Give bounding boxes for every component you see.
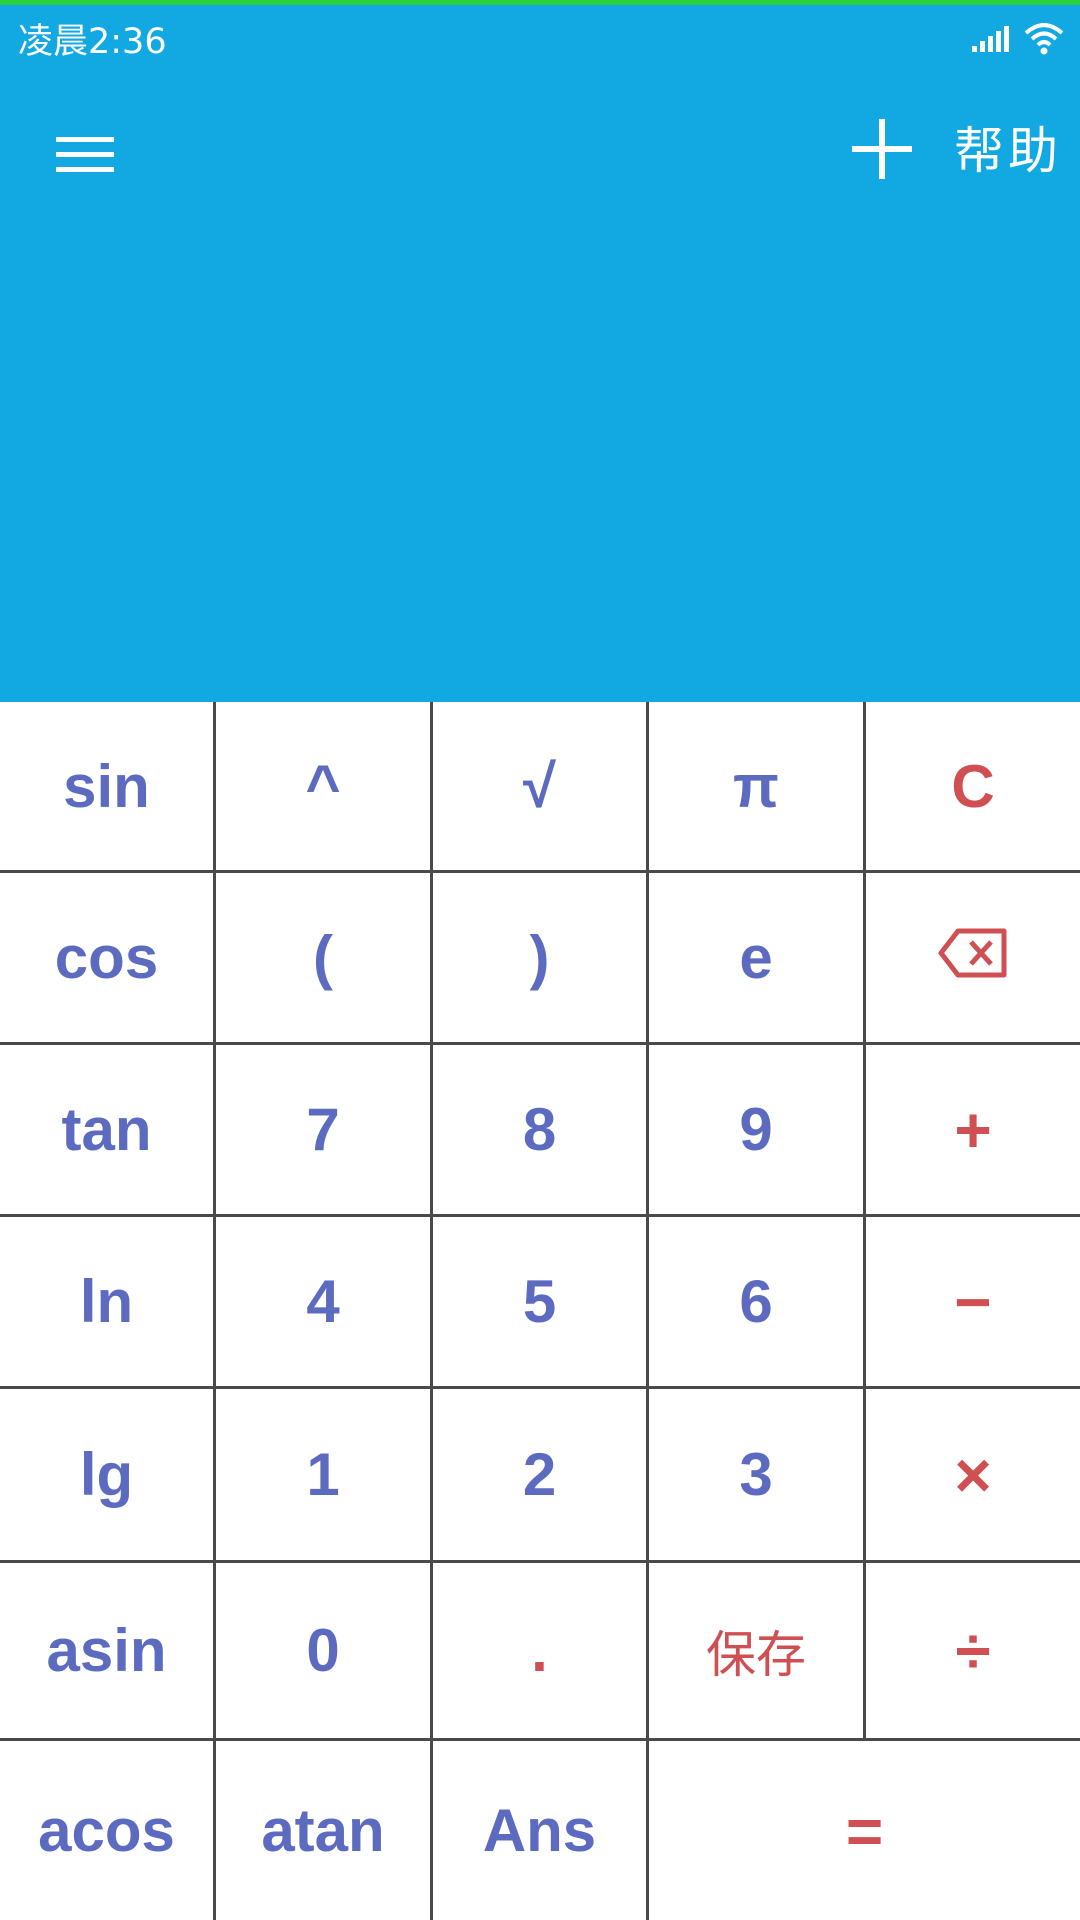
left-paren-key[interactable]: ( xyxy=(216,873,433,1045)
backspace-key[interactable] xyxy=(866,873,1080,1045)
digit-4-key[interactable]: 4 xyxy=(216,1217,433,1389)
atan-key[interactable]: atan xyxy=(216,1741,433,1920)
decimal-point-key[interactable]: . xyxy=(433,1563,649,1741)
digit-8-key[interactable]: 8 xyxy=(433,1045,649,1217)
lg-key[interactable]: lg xyxy=(0,1389,216,1563)
pi-key[interactable]: π xyxy=(649,702,866,873)
app-header: 凌晨2:36 帮助 xyxy=(0,5,1080,702)
equals-key[interactable]: = xyxy=(649,1741,1080,1920)
digit-3-key[interactable]: 3 xyxy=(649,1389,866,1563)
backspace-icon xyxy=(938,923,1008,992)
sin-key[interactable]: sin xyxy=(0,702,216,873)
save-key[interactable]: 保存 xyxy=(649,1563,866,1741)
acos-key[interactable]: acos xyxy=(0,1741,216,1920)
help-button[interactable]: 帮助 xyxy=(954,117,1062,185)
calculator-display xyxy=(0,225,1080,695)
right-paren-key[interactable]: ) xyxy=(433,873,649,1045)
plus-key[interactable]: + xyxy=(866,1045,1080,1217)
digit-1-key[interactable]: 1 xyxy=(216,1389,433,1563)
cellular-signal-icon xyxy=(972,26,1012,56)
e-key[interactable]: e xyxy=(649,873,866,1045)
asin-key[interactable]: asin xyxy=(0,1563,216,1741)
hamburger-menu-icon[interactable] xyxy=(40,115,130,195)
multiply-key[interactable]: × xyxy=(866,1389,1080,1563)
power-key[interactable]: ^ xyxy=(216,702,433,873)
wifi-icon xyxy=(1024,23,1064,59)
plus-icon[interactable] xyxy=(848,113,916,185)
digit-6-key[interactable]: 6 xyxy=(649,1217,866,1389)
digit-2-key[interactable]: 2 xyxy=(433,1389,649,1563)
ans-key[interactable]: Ans xyxy=(433,1741,649,1920)
status-icons xyxy=(972,21,1064,61)
digit-0-key[interactable]: 0 xyxy=(216,1563,433,1741)
digit-9-key[interactable]: 9 xyxy=(649,1045,866,1217)
digit-5-key[interactable]: 5 xyxy=(433,1217,649,1389)
minus-key[interactable]: − xyxy=(866,1217,1080,1389)
keypad: sin ^ √ π C cos ( ) e tan 7 8 9 + ln 4 5… xyxy=(0,702,1080,1920)
clear-key[interactable]: C xyxy=(866,702,1080,873)
sqrt-key[interactable]: √ xyxy=(433,702,649,873)
digit-7-key[interactable]: 7 xyxy=(216,1045,433,1217)
divide-key[interactable]: ÷ xyxy=(866,1563,1080,1741)
cos-key[interactable]: cos xyxy=(0,873,216,1045)
status-time: 凌晨2:36 xyxy=(18,22,167,62)
ln-key[interactable]: ln xyxy=(0,1217,216,1389)
tan-key[interactable]: tan xyxy=(0,1045,216,1217)
